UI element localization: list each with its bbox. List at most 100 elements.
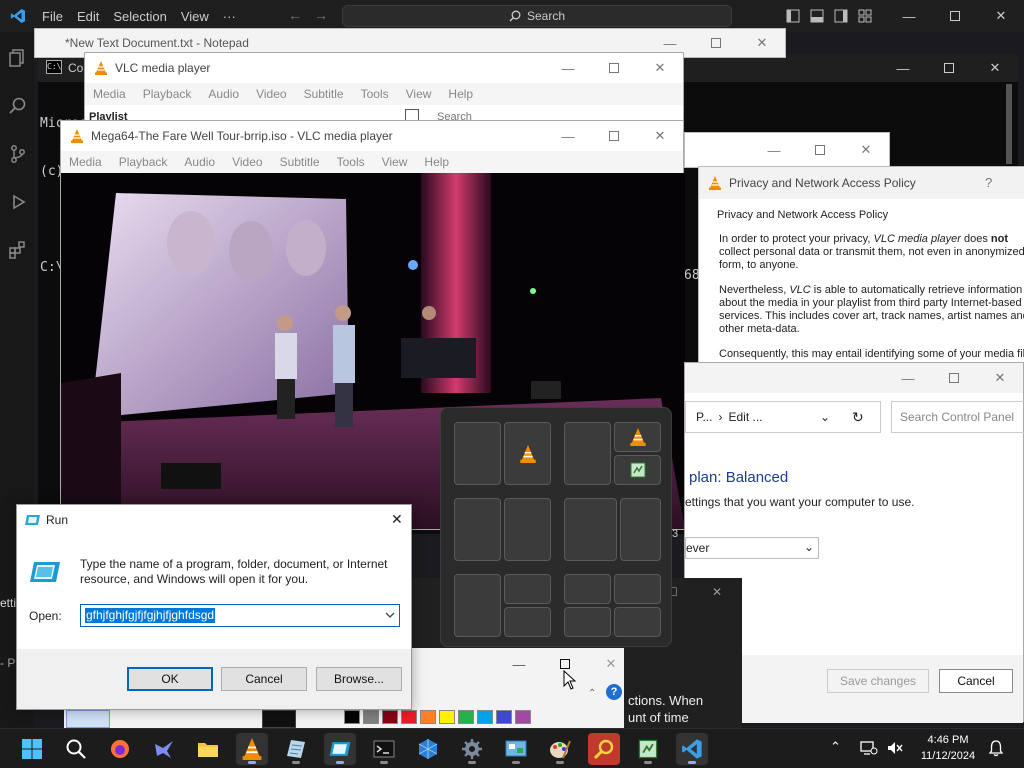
maximize-icon[interactable]: [797, 133, 843, 167]
settings-gear-icon[interactable]: [456, 733, 488, 765]
close-icon[interactable]: ✕: [843, 133, 889, 167]
vscode-menu-more[interactable]: ···: [223, 9, 236, 24]
close-icon[interactable]: ✕: [978, 0, 1024, 32]
notepad-plus-icon[interactable]: [632, 733, 664, 765]
color-swatch[interactable]: [382, 710, 398, 724]
chevron-up-icon[interactable]: ⌃: [830, 739, 841, 755]
source-control-icon[interactable]: [8, 144, 28, 164]
sleep-setting-select[interactable]: ever ⌄: [685, 537, 819, 559]
color-swatch[interactable]: [496, 710, 512, 724]
breadcrumb-current[interactable]: Edit ...: [728, 410, 762, 424]
minimize-icon[interactable]: —: [751, 133, 797, 167]
menu-help[interactable]: Help: [424, 151, 449, 173]
close-icon[interactable]: ✕: [391, 511, 403, 528]
vscode-menu-file[interactable]: File: [42, 9, 63, 24]
windows-start-icon[interactable]: [16, 733, 48, 765]
vscode-command-search[interactable]: Search: [342, 5, 732, 27]
paint-tool-select[interactable]: [66, 710, 110, 728]
cpanel-address-bar[interactable]: P... › Edit ... ⌄ ↻: [685, 401, 881, 433]
maximize-icon[interactable]: [926, 54, 972, 82]
refresh-icon[interactable]: ↻: [852, 409, 864, 426]
explorer-icon[interactable]: [8, 48, 28, 68]
snap-zone[interactable]: [454, 574, 501, 637]
minimize-icon[interactable]: —: [545, 53, 591, 83]
menu-video[interactable]: Video: [256, 83, 286, 105]
close-icon[interactable]: ✕: [637, 53, 683, 83]
open-input-value[interactable]: gfhjfghjfgjfjfgjhjfjghfdsgd: [85, 608, 216, 623]
maximize-icon[interactable]: [591, 53, 637, 83]
snap-zone[interactable]: [564, 422, 611, 485]
search-icon[interactable]: [8, 96, 28, 116]
chevron-down-icon[interactable]: [385, 611, 395, 619]
snap-zone[interactable]: [504, 607, 551, 637]
toggle-panel-icon[interactable]: [810, 9, 824, 23]
minimize-icon[interactable]: —: [885, 363, 931, 393]
color-swatch[interactable]: [439, 710, 455, 724]
maximize-icon[interactable]: [931, 363, 977, 393]
snap-zone[interactable]: [614, 455, 661, 485]
close-icon[interactable]: ✕: [637, 121, 683, 151]
forward-arrow-icon[interactable]: →: [314, 7, 328, 23]
help-icon[interactable]: ?: [606, 684, 622, 700]
menu-audio[interactable]: Audio: [184, 151, 215, 173]
cube-app-icon[interactable]: [412, 733, 444, 765]
chevron-up-icon[interactable]: ⌃: [588, 688, 596, 699]
chevron-down-icon[interactable]: ⌄: [820, 410, 830, 424]
maximize-icon[interactable]: [693, 29, 739, 57]
snap-zone[interactable]: [614, 607, 661, 637]
system-clock[interactable]: 4:46 PM 11/12/2024: [916, 732, 980, 764]
color-swatch[interactable]: [401, 710, 417, 724]
remote-desktop-icon[interactable]: [324, 733, 356, 765]
close-icon[interactable]: ✕: [588, 654, 634, 674]
vscode-menu-view[interactable]: View: [181, 9, 209, 24]
snap-zone[interactable]: [614, 422, 661, 452]
menu-media[interactable]: Media: [93, 83, 126, 105]
snap-zone[interactable]: [504, 422, 551, 485]
breadcrumb-prefix[interactable]: P...: [696, 410, 712, 424]
menu-tools[interactable]: Tools: [361, 83, 389, 105]
extensions-icon[interactable]: [8, 240, 28, 260]
ok-button[interactable]: OK: [127, 667, 213, 691]
menu-tools[interactable]: Tools: [337, 151, 365, 173]
menu-video[interactable]: Video: [232, 151, 262, 173]
minimize-icon[interactable]: —: [886, 0, 932, 32]
close-icon[interactable]: ✕: [739, 29, 785, 57]
magnifier-icon[interactable]: [588, 733, 620, 765]
search-icon[interactable]: [60, 733, 92, 765]
minimize-icon[interactable]: —: [496, 654, 542, 674]
color-swatch[interactable]: [344, 710, 360, 724]
menu-media[interactable]: Media: [69, 151, 102, 173]
vlc-icon[interactable]: [236, 733, 268, 765]
open-input[interactable]: gfhjfghjfgjfjfgjhjfjghfdsgd: [80, 604, 400, 627]
close-icon[interactable]: ✕: [977, 363, 1023, 393]
vscode-menu-selection[interactable]: Selection: [113, 9, 166, 24]
color-swatch[interactable]: [477, 710, 493, 724]
snap-zone[interactable]: [564, 574, 611, 604]
notepad-icon[interactable]: [280, 733, 312, 765]
color-swatch[interactable]: [515, 710, 531, 724]
browse-button[interactable]: Browse...: [316, 667, 402, 691]
color-swatch[interactable]: [458, 710, 474, 724]
customize-layout-icon[interactable]: [858, 9, 872, 23]
run-debug-icon[interactable]: [8, 192, 28, 212]
minimize-icon[interactable]: —: [880, 54, 926, 82]
terminal-icon[interactable]: [368, 733, 400, 765]
firefox-icon[interactable]: [104, 733, 136, 765]
snap-zone[interactable]: [454, 422, 501, 485]
color-swatch[interactable]: [420, 710, 436, 724]
color-swatch[interactable]: [363, 710, 379, 724]
help-icon[interactable]: ?: [985, 175, 992, 190]
close-icon[interactable]: ✕: [712, 585, 722, 599]
menu-subtitle[interactable]: Subtitle: [280, 151, 320, 173]
vscode-menu-edit[interactable]: Edit: [77, 9, 99, 24]
menu-audio[interactable]: Audio: [208, 83, 239, 105]
snap-zone[interactable]: [614, 574, 661, 604]
snap-zone[interactable]: [504, 574, 551, 604]
cmd-scrollbar[interactable]: [1006, 84, 1012, 164]
bird-app-icon[interactable]: [148, 733, 180, 765]
vscode-icon[interactable]: [676, 733, 708, 765]
menu-playback[interactable]: Playback: [119, 151, 168, 173]
save-changes-button[interactable]: Save changes: [827, 669, 929, 693]
snap-zone[interactable]: [564, 607, 611, 637]
menu-view[interactable]: View: [382, 151, 408, 173]
